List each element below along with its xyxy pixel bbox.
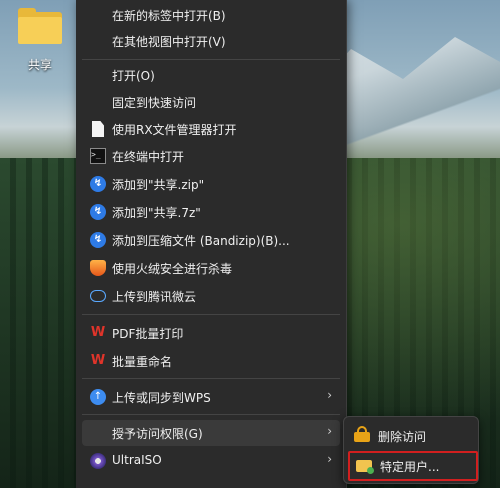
submenu-item-label: 删除访问: [378, 430, 427, 444]
menu-item-label: 打开(O): [112, 69, 155, 83]
menu-item-upload-wps[interactable]: ↑ 上传或同步到WPS ›: [82, 384, 340, 410]
lock-icon: [354, 426, 370, 442]
menu-item-label: 固定到快速访问: [112, 96, 197, 110]
menu-item-huorong-scan[interactable]: 使用火绒安全进行杀毒: [82, 255, 340, 281]
document-icon: [92, 121, 104, 137]
menu-item-open[interactable]: 打开(O): [82, 62, 340, 88]
submenu-item-label: 特定用户...: [380, 460, 440, 474]
menu-item-label: 使用火绒安全进行杀毒: [112, 262, 233, 276]
menu-item-grant-access[interactable]: 授予访问权限(G) ›: [82, 420, 340, 446]
menu-item-ultraiso[interactable]: UltraISO ›: [82, 448, 340, 474]
chevron-right-icon: ›: [327, 452, 332, 466]
menu-item-label: 上传或同步到WPS: [112, 391, 211, 405]
menu-item-label: 添加到"共享.zip": [112, 178, 205, 192]
menu-item-pin-quick-access[interactable]: 固定到快速访问: [82, 89, 340, 115]
bandizip-icon: ↯: [90, 204, 106, 220]
menu-item-label: 在其他视图中打开(V): [112, 35, 226, 49]
menu-item-add-archive-bandizip[interactable]: ↯ 添加到压缩文件 (Bandizip)(B)...: [82, 227, 340, 253]
menu-item-add-zip[interactable]: ↯ 添加到"共享.zip": [82, 171, 340, 197]
menu-divider: [82, 314, 340, 315]
chevron-right-icon: ›: [327, 424, 332, 438]
menu-item-open-new-tab[interactable]: 在新的标签中打开(B): [82, 2, 340, 28]
wps-rename-icon: W: [90, 353, 106, 368]
menu-item-label: 批量重命名: [112, 355, 173, 369]
desktop-folder-shared[interactable]: 共享: [10, 4, 70, 84]
terminal-icon: >_: [90, 148, 106, 164]
menu-item-label: PDF批量打印: [112, 327, 184, 341]
wps-pdf-icon: W: [90, 325, 106, 340]
bandizip-icon: ↯: [90, 176, 106, 192]
menu-divider: [82, 59, 340, 60]
menu-item-label: 上传到腾讯微云: [112, 290, 197, 304]
context-menu: 在新的标签中打开(B) 在其他视图中打开(V) 打开(O) 固定到快速访问 使用…: [76, 0, 347, 488]
menu-item-label: 在终端中打开: [112, 150, 185, 164]
wps-upload-icon: ↑: [90, 389, 106, 405]
menu-item-open-terminal[interactable]: >_ 在终端中打开: [82, 143, 340, 169]
chevron-right-icon: ›: [327, 388, 332, 402]
menu-item-label: 添加到压缩文件 (Bandizip)(B)...: [112, 234, 290, 248]
bandizip-icon: ↯: [90, 232, 106, 248]
menu-item-label: UltraISO: [112, 453, 162, 467]
submenu-item-remove-access[interactable]: 删除访问: [348, 423, 474, 449]
desktop-folder-label: 共享: [27, 58, 52, 72]
menu-item-pdf-batch-print[interactable]: W PDF批量打印: [82, 320, 340, 346]
cloud-icon: [90, 290, 106, 302]
menu-item-add-7z[interactable]: ↯ 添加到"共享.7z": [82, 199, 340, 225]
folder-icon: [18, 8, 62, 44]
menu-item-upload-weiyun[interactable]: 上传到腾讯微云: [82, 283, 340, 309]
menu-divider: [82, 414, 340, 415]
grant-access-submenu: 删除访问 特定用户...: [343, 416, 479, 484]
ultraiso-icon: [90, 453, 106, 469]
menu-item-label: 授予访问权限(G): [112, 427, 203, 441]
menu-divider: [82, 378, 340, 379]
folder-user-icon: [356, 460, 374, 474]
menu-item-open-other-view[interactable]: 在其他视图中打开(V): [82, 28, 340, 54]
menu-item-label: 添加到"共享.7z": [112, 206, 201, 220]
menu-item-open-rx[interactable]: 使用RX文件管理器打开: [82, 116, 340, 142]
huorong-shield-icon: [90, 260, 106, 276]
submenu-item-specific-users[interactable]: 特定用户...: [348, 451, 478, 481]
menu-item-label: 在新的标签中打开(B): [112, 9, 226, 23]
menu-item-label: 使用RX文件管理器打开: [112, 123, 237, 137]
menu-item-batch-rename[interactable]: W 批量重命名: [82, 348, 340, 374]
